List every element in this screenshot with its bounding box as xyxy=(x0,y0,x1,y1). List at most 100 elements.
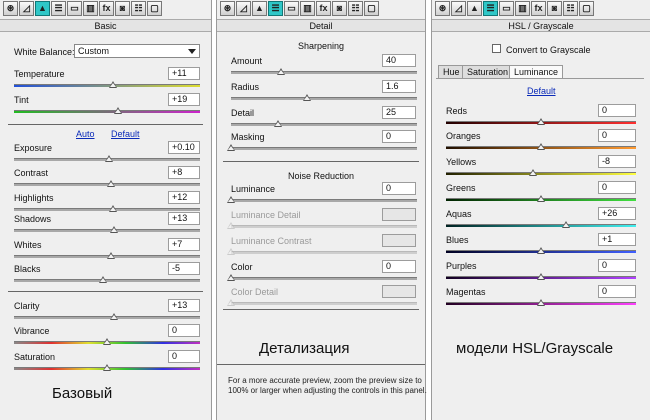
aquas-slider-thumb[interactable] xyxy=(561,221,570,228)
reds-slider-track[interactable] xyxy=(446,118,636,125)
saturation-value-input[interactable]: 0 xyxy=(168,350,200,363)
detail-triangle-icon[interactable]: ▲ xyxy=(35,1,50,16)
split-tone-icon[interactable]: ▭ xyxy=(499,1,514,16)
default-link[interactable]: Default xyxy=(111,129,140,139)
contrast-slider-track[interactable] xyxy=(14,180,200,187)
auto-link[interactable]: Auto xyxy=(76,129,95,139)
reds-value-input[interactable]: 0 xyxy=(598,104,636,117)
aperture-icon[interactable]: ⊛ xyxy=(220,1,235,16)
camera-icon[interactable]: ◙ xyxy=(115,1,130,16)
hsl-icon[interactable]: ☰ xyxy=(51,1,66,16)
amount-value-input[interactable]: 40 xyxy=(382,54,416,67)
amount-slider-track[interactable] xyxy=(231,68,417,75)
detail-slider-thumb[interactable] xyxy=(273,120,282,127)
contrast-value-input[interactable]: +8 xyxy=(168,166,200,179)
luminance-detail-value-input[interactable] xyxy=(382,208,416,221)
vibrance-slider-thumb[interactable] xyxy=(103,338,111,345)
purples-value-input[interactable]: 0 xyxy=(598,259,636,272)
oranges-slider-track[interactable] xyxy=(446,143,636,150)
greens-slider-thumb[interactable] xyxy=(537,195,545,202)
masking-slider-track[interactable] xyxy=(227,144,417,151)
shadows-value-input[interactable]: +13 xyxy=(168,212,200,225)
presets-icon[interactable]: ☷ xyxy=(348,1,363,16)
lens-icon[interactable]: ▥ xyxy=(300,1,315,16)
color-detail-slider-thumb[interactable] xyxy=(227,299,235,306)
presets-icon[interactable]: ☷ xyxy=(131,1,146,16)
detail-value-input[interactable]: 25 xyxy=(382,106,416,119)
yellows-value-input[interactable]: -8 xyxy=(598,155,636,168)
tint-slider-track[interactable] xyxy=(14,107,200,114)
aperture-icon[interactable]: ⊛ xyxy=(435,1,450,16)
radius-value-input[interactable]: 1.6 xyxy=(382,80,416,93)
masking-slider-thumb[interactable] xyxy=(227,144,235,151)
lens-icon[interactable]: ▥ xyxy=(515,1,530,16)
hsl-icon[interactable]: ☰ xyxy=(483,1,498,16)
white-balance-select[interactable]: Custom xyxy=(74,44,200,58)
camera-icon[interactable]: ◙ xyxy=(547,1,562,16)
tab-saturation[interactable]: Saturation xyxy=(462,65,514,78)
clarity-slider-track[interactable] xyxy=(14,313,200,320)
shadows-slider-track[interactable] xyxy=(14,226,200,233)
clarity-value-input[interactable]: +13 xyxy=(168,299,200,312)
color-slider-track[interactable] xyxy=(227,274,417,281)
hsl-default-link[interactable]: Default xyxy=(527,86,556,96)
aperture-icon[interactable]: ⊛ xyxy=(3,1,18,16)
tab-luminance[interactable]: Luminance xyxy=(509,65,564,79)
blacks-value-input[interactable]: -5 xyxy=(168,262,200,275)
tone-curve-icon[interactable]: ◿ xyxy=(451,1,466,16)
exposure-slider-thumb[interactable] xyxy=(104,155,113,162)
temperature-slider-track[interactable] xyxy=(14,81,200,88)
detail-slider-track[interactable] xyxy=(231,120,417,127)
fx-icon[interactable]: fx xyxy=(316,1,331,16)
highlights-value-input[interactable]: +12 xyxy=(168,191,200,204)
radius-slider-thumb[interactable] xyxy=(303,94,312,101)
luminance-slider-track[interactable] xyxy=(227,196,417,203)
magentas-value-input[interactable]: 0 xyxy=(598,285,636,298)
luminance-contrast-slider-thumb[interactable] xyxy=(227,248,235,255)
luminance-detail-slider-track[interactable] xyxy=(227,222,417,229)
color-slider-thumb[interactable] xyxy=(227,274,235,281)
tone-curve-icon[interactable]: ◿ xyxy=(19,1,34,16)
tab-hue[interactable]: Hue xyxy=(438,65,465,78)
saturation-slider-track[interactable] xyxy=(14,364,200,371)
contrast-slider-thumb[interactable] xyxy=(106,180,115,187)
purples-slider-track[interactable] xyxy=(446,273,636,280)
tint-value-input[interactable]: +19 xyxy=(168,93,200,106)
convert-grayscale-checkbox[interactable] xyxy=(492,44,501,53)
magentas-slider-thumb[interactable] xyxy=(537,299,545,306)
whites-slider-track[interactable] xyxy=(14,252,200,259)
shadows-slider-thumb[interactable] xyxy=(110,226,119,233)
magentas-slider-track[interactable] xyxy=(446,299,636,306)
whites-value-input[interactable]: +7 xyxy=(168,238,200,251)
color-detail-slider-track[interactable] xyxy=(227,299,417,306)
camera-icon[interactable]: ◙ xyxy=(332,1,347,16)
oranges-value-input[interactable]: 0 xyxy=(598,129,636,142)
masking-value-input[interactable]: 0 xyxy=(382,130,416,143)
highlights-slider-track[interactable] xyxy=(14,205,200,212)
tone-curve-icon[interactable]: ◿ xyxy=(236,1,251,16)
yellows-slider-track[interactable] xyxy=(446,169,636,176)
tint-slider-thumb[interactable] xyxy=(114,107,123,114)
reds-slider-thumb[interactable] xyxy=(537,118,545,125)
yellows-slider-thumb[interactable] xyxy=(529,169,538,176)
clarity-slider-thumb[interactable] xyxy=(110,313,119,320)
luminance-detail-slider-thumb[interactable] xyxy=(227,222,235,229)
snapshots-icon[interactable]: ▢ xyxy=(579,1,594,16)
amount-slider-thumb[interactable] xyxy=(277,68,286,75)
temperature-slider-thumb[interactable] xyxy=(108,81,117,88)
luminance-slider-thumb[interactable] xyxy=(227,196,235,203)
highlights-slider-thumb[interactable] xyxy=(108,205,117,212)
greens-value-input[interactable]: 0 xyxy=(598,181,636,194)
oranges-slider-thumb[interactable] xyxy=(537,143,545,150)
lens-icon[interactable]: ▥ xyxy=(83,1,98,16)
snapshots-icon[interactable]: ▢ xyxy=(147,1,162,16)
blacks-slider-track[interactable] xyxy=(14,276,200,283)
detail-triangle-icon[interactable]: ▲ xyxy=(467,1,482,16)
presets-icon[interactable]: ☷ xyxy=(563,1,578,16)
aquas-slider-track[interactable] xyxy=(446,221,636,228)
blues-value-input[interactable]: +1 xyxy=(598,233,636,246)
blues-slider-thumb[interactable] xyxy=(537,247,545,254)
snapshots-icon[interactable]: ▢ xyxy=(364,1,379,16)
temperature-value-input[interactable]: +11 xyxy=(168,67,200,80)
whites-slider-thumb[interactable] xyxy=(106,252,115,259)
